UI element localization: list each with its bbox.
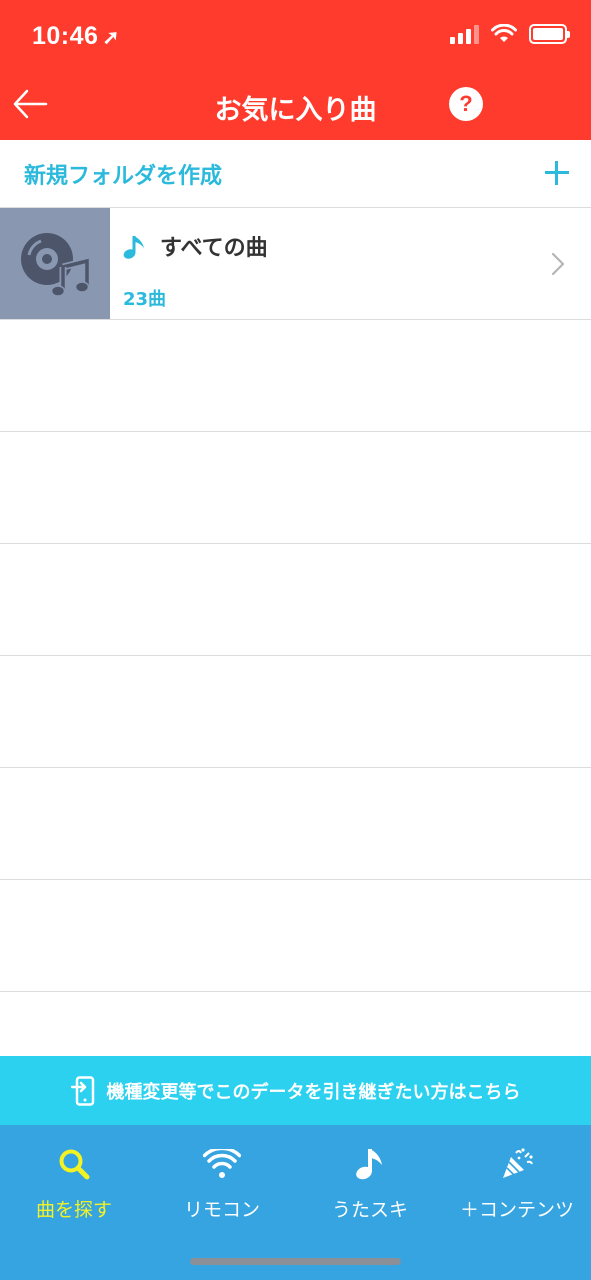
plus-icon — [545, 161, 569, 185]
music-note-icon — [123, 236, 144, 259]
data-transfer-banner[interactable]: 機種変更等でこのデータを引き継ぎたい方はこちら — [0, 1056, 591, 1125]
empty-row — [0, 432, 591, 544]
tab-utasuki[interactable]: うたスキ — [296, 1147, 444, 1227]
status-time: 10:46 ➚ — [32, 22, 120, 51]
home-indicator — [190, 1258, 401, 1265]
empty-row — [0, 656, 591, 768]
wifi-status-icon — [491, 24, 517, 42]
search-icon — [59, 1149, 90, 1180]
tab-plus-contents[interactable]: ＋コンテンツ — [443, 1147, 591, 1227]
device-transfer-icon — [70, 1075, 94, 1106]
tab-label: ＋コンテンツ — [459, 1199, 574, 1221]
party-popper-icon — [503, 1148, 533, 1178]
empty-row — [0, 880, 591, 992]
status-bar: 10:46 ➚ — [0, 0, 591, 70]
cellular-signal-icon — [450, 24, 479, 44]
empty-row — [0, 768, 591, 880]
empty-row — [0, 544, 591, 656]
song-count: 23曲 — [123, 289, 167, 310]
tab-label: うたスキ — [331, 1199, 408, 1221]
status-icons — [450, 24, 570, 44]
page-title: お気に入り曲 — [214, 95, 377, 126]
location-arrow-icon: ➚ — [102, 27, 120, 49]
tab-label: 曲を探す — [35, 1199, 112, 1221]
new-folder-button[interactable]: 新規フォルダを作成 — [0, 140, 591, 208]
empty-row — [0, 320, 591, 432]
battery-icon — [529, 24, 570, 44]
disc-music-icon — [21, 232, 91, 297]
nav-bar: お気に入り曲 ? — [0, 70, 591, 140]
transfer-banner-label: 機種変更等でこのデータを引き継ぎたい方はこちら — [106, 1081, 521, 1103]
tab-bar: 曲を探す リモコン うたスキ ＋コンテンツ — [0, 1125, 591, 1280]
wifi-icon — [203, 1149, 241, 1178]
app-header: 10:46 ➚ お気に入り曲 ? — [0, 0, 591, 140]
folder-row-all-songs[interactable]: すべての曲 23曲 — [0, 208, 591, 320]
tab-search-songs[interactable]: 曲を探す — [0, 1147, 148, 1227]
tab-remote[interactable]: リモコン — [148, 1147, 296, 1227]
new-folder-label: 新規フォルダを作成 — [24, 163, 223, 189]
tab-label: リモコン — [183, 1199, 260, 1221]
status-time-text: 10:46 — [32, 22, 99, 50]
chevron-right-icon — [551, 252, 565, 276]
folder-title: すべての曲 — [160, 236, 268, 261]
music-note-icon — [356, 1149, 382, 1180]
folder-thumbnail — [0, 208, 110, 319]
help-button[interactable]: ? — [449, 87, 483, 121]
